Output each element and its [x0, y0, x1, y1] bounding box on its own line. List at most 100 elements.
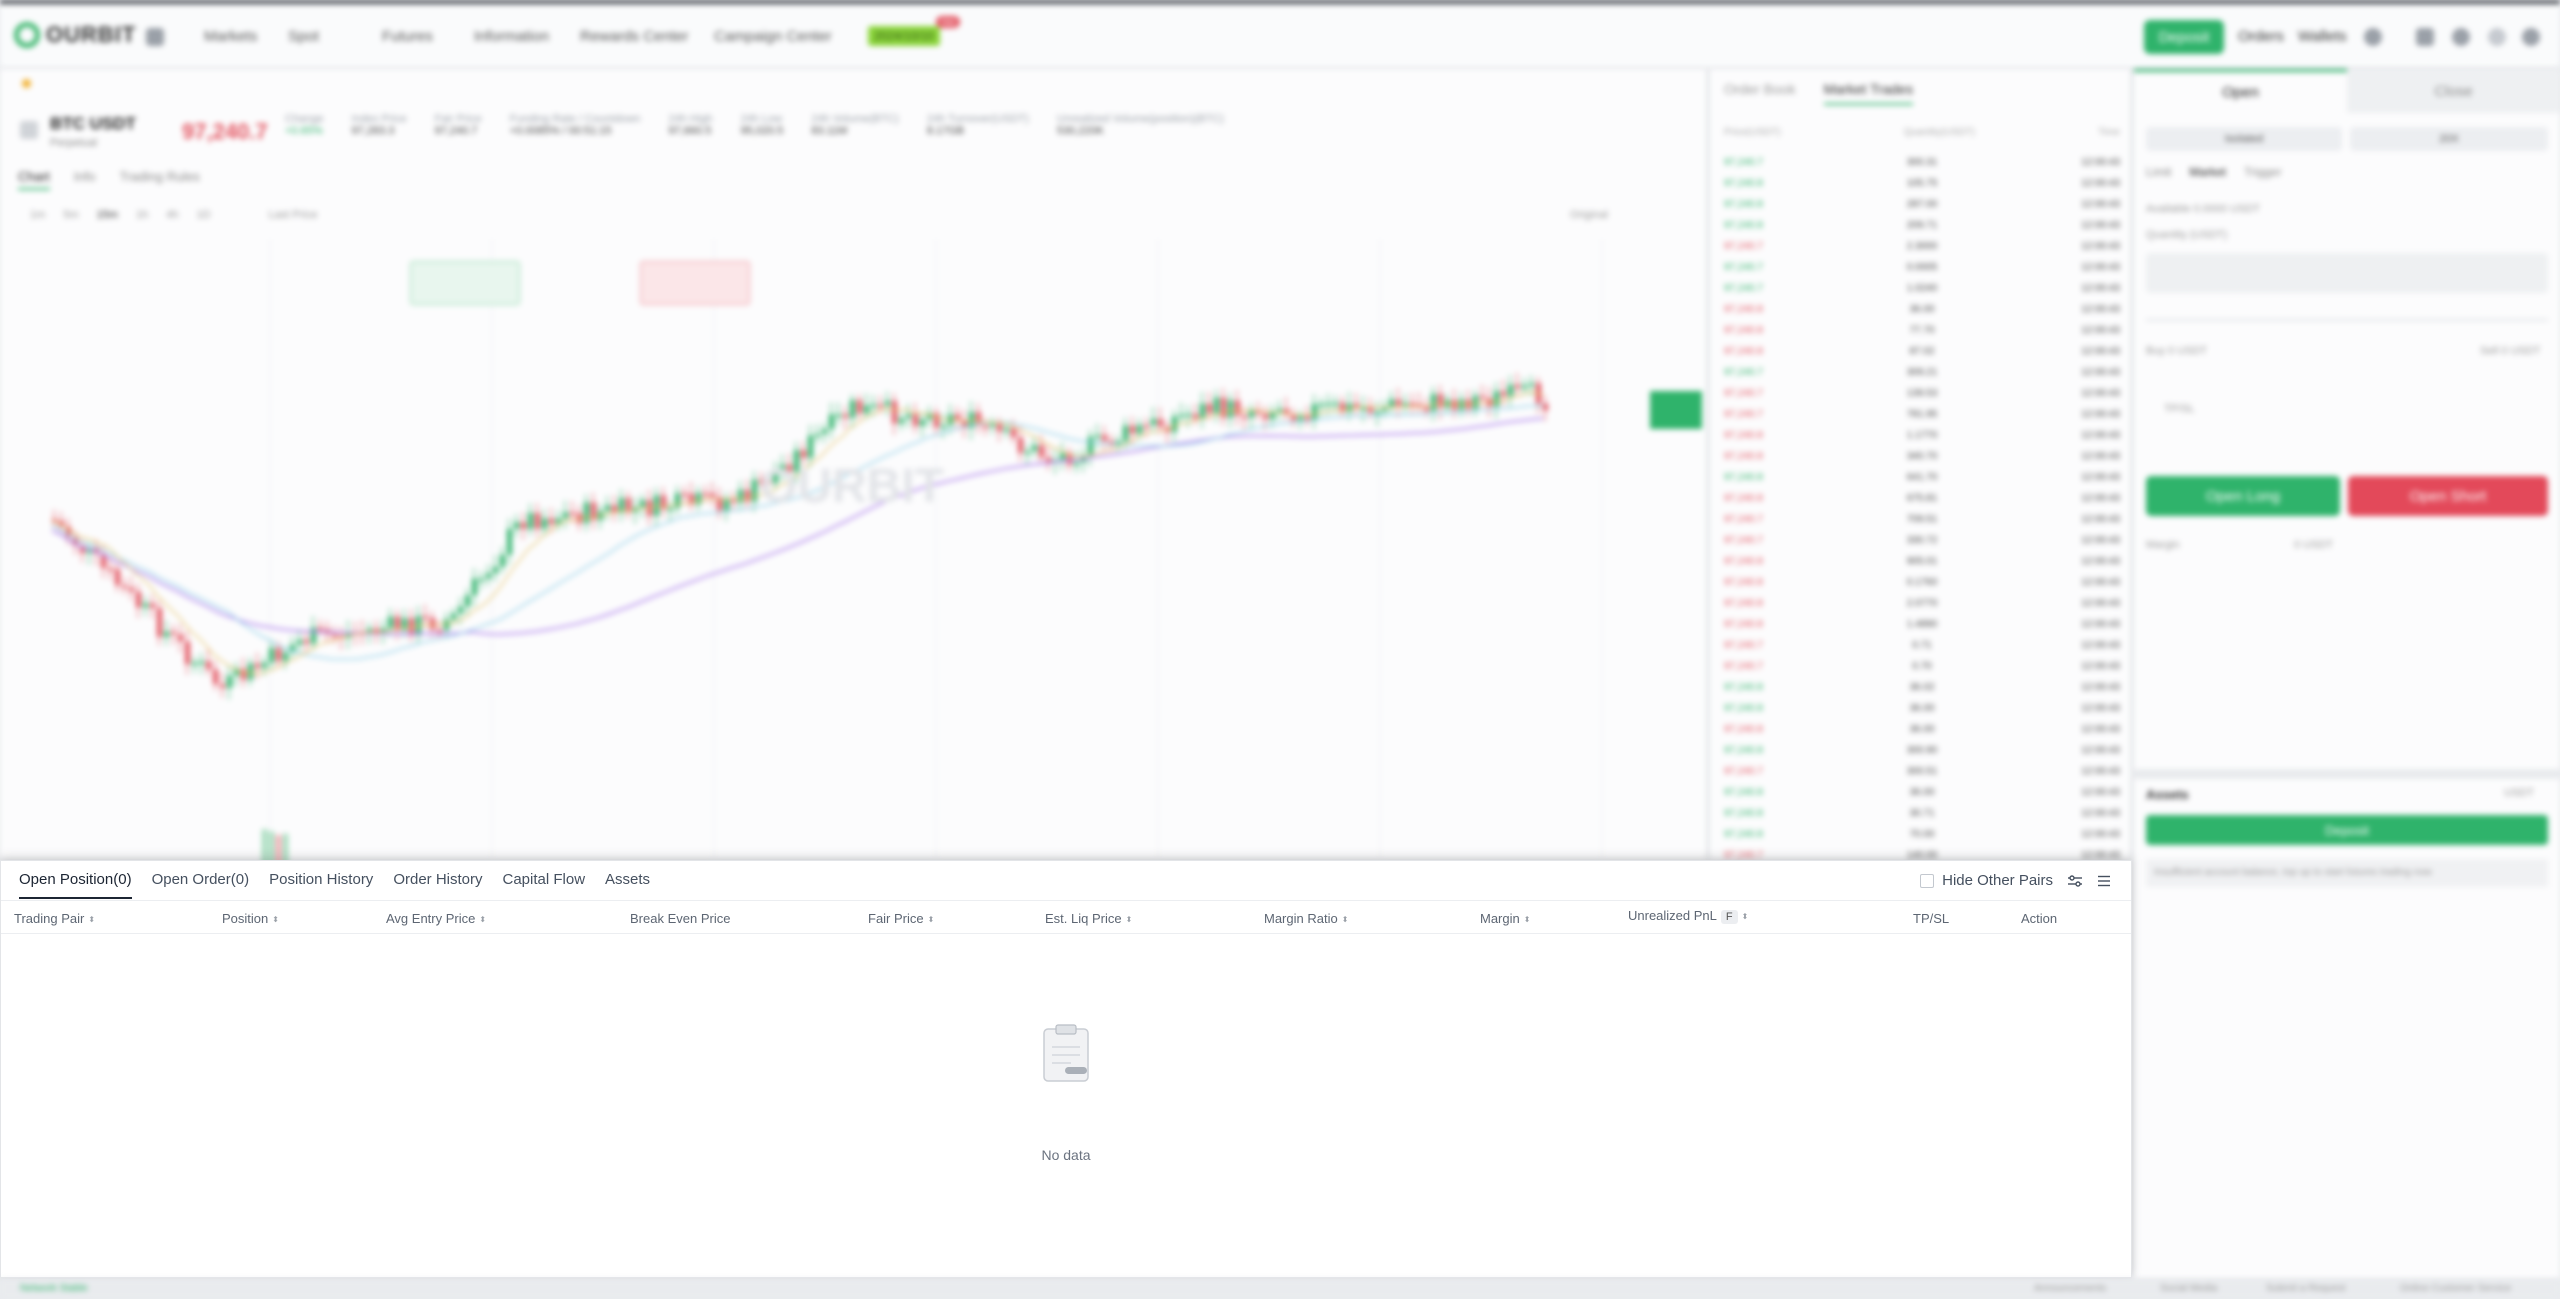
tab-close[interactable]: Close [2347, 69, 2560, 113]
footer-announcements[interactable]: Announcements [2034, 1283, 2106, 1294]
col-fair-price[interactable]: Fair Price ⬍ [868, 911, 934, 926]
assets-panel: Assets USDT Deposit Insufficient account… [2134, 779, 2560, 1279]
col-margin-ratio[interactable]: Margin Ratio ⬍ [1264, 911, 1348, 926]
candle-body [983, 425, 988, 429]
tab-order-history[interactable]: Order History [393, 871, 482, 899]
download-icon[interactable] [2416, 28, 2434, 46]
footer-social-media[interactable]: Social Media [2160, 1283, 2217, 1294]
available-balance: Available 0.0000 USDT [2146, 203, 2261, 215]
nav-futures[interactable]: Futures [382, 28, 433, 45]
promo-banner[interactable]: 2024/10/10 [868, 26, 941, 46]
user-icon[interactable] [2364, 28, 2382, 46]
footer-customer-service[interactable]: Online Customer Service [2400, 1283, 2511, 1294]
apps-grid-icon[interactable] [146, 28, 164, 46]
tab-position-history[interactable]: Position History [269, 871, 373, 899]
symbol-name[interactable]: BTC USDT [50, 114, 136, 134]
candle-body [549, 518, 554, 525]
quantity-slider[interactable] [2146, 319, 2548, 321]
trade-row: 97,240.8 641.70 12:00:43 [1724, 472, 2120, 483]
tab-market-trades[interactable]: Market Trades [1823, 81, 1914, 105]
tab-chart[interactable]: Chart [18, 169, 50, 190]
balance-notice: Insufficient account balance, top up to … [2146, 859, 2548, 887]
margin-mode-select[interactable]: Isolated [2146, 127, 2342, 151]
candle-body [1347, 403, 1352, 412]
tpsl-checkbox[interactable]: TP/SL [2164, 403, 2195, 415]
tab-info[interactable]: Info [74, 169, 96, 190]
assets-unit-select[interactable]: USDT [2504, 787, 2534, 799]
trade-panel: Open Close Isolated 20X Limit Market Tri… [2134, 69, 2560, 769]
candle-body [1046, 457, 1051, 463]
candle-body [703, 492, 708, 496]
menu-icon[interactable] [2097, 875, 2111, 887]
col-avg-entry-price[interactable]: Avg Entry Price ⬍ [386, 911, 486, 926]
trade-row: 97,240.8 2.0770 12:00:43 [1724, 598, 2120, 609]
hide-other-pairs-checkbox[interactable] [1920, 873, 1935, 888]
col-position[interactable]: Position ⬍ [222, 911, 279, 926]
empty-state-text: No data [1041, 1147, 1091, 1163]
tab-order-book[interactable]: Order Book [1724, 81, 1796, 105]
brand-logo[interactable]: OURBIT [14, 22, 136, 48]
quantity-input[interactable] [2146, 253, 2548, 293]
candle-body [1403, 402, 1408, 406]
last-price: 97,240.7 [182, 119, 268, 144]
candle-body [1438, 393, 1443, 408]
market-buy-quick[interactable] [410, 261, 520, 305]
order-type-limit[interactable]: Limit [2146, 165, 2171, 179]
tab-assets[interactable]: Assets [605, 871, 650, 899]
candle-body [500, 554, 505, 567]
pair-switch-icon[interactable] [20, 121, 38, 139]
candle-body [997, 423, 1002, 432]
tab-open-order[interactable]: Open Order(0) [152, 871, 250, 899]
trade-row: 97,240.8 36.02 12:00:43 [1724, 682, 2120, 693]
col-est-liq-price[interactable]: Est. Liq Price ⬍ [1045, 911, 1132, 926]
footer-submit-request[interactable]: Submit a Request [2266, 1283, 2346, 1294]
deposit-button[interactable]: Deposit [2144, 20, 2224, 54]
open-short-button[interactable]: Open Short [2348, 476, 2548, 516]
candle-body [1368, 407, 1373, 413]
nav-spot[interactable]: Spot [288, 28, 319, 45]
favorite-star-icon[interactable] [22, 79, 31, 88]
hide-other-pairs-toggle[interactable]: Hide Other Pairs [1920, 872, 2053, 889]
nav-information[interactable]: Information [474, 28, 549, 45]
pnl-mode-badge[interactable]: F [1720, 910, 1738, 924]
assets-title: Assets [2146, 787, 2189, 802]
candle-body [696, 492, 701, 505]
trade-row: 97,240.8 36.00 12:00:43 [1724, 304, 2120, 315]
wallets-link[interactable]: Wallets [2298, 28, 2347, 45]
candle-body [843, 414, 848, 418]
leverage-select[interactable]: 20X [2350, 127, 2548, 151]
theme-icon[interactable] [2488, 28, 2506, 46]
sliders-icon[interactable] [2067, 874, 2083, 888]
stat-24h-volume: 24h Volume(BTC) 83.11M [811, 113, 899, 137]
orders-link[interactable]: Orders [2238, 28, 2284, 45]
candle-body [1018, 437, 1023, 453]
tab-trading-rules[interactable]: Trading Rules [119, 169, 199, 190]
market-sell-quick[interactable] [640, 261, 750, 305]
candle-body [521, 522, 526, 529]
order-type-market[interactable]: Market [2189, 165, 2226, 179]
col-unrealized-pnl[interactable]: Unrealized PnL F ⬍ [1628, 908, 1748, 924]
open-long-button[interactable]: Open Long [2146, 476, 2340, 516]
candle-body [108, 568, 113, 572]
settings-icon[interactable] [2522, 28, 2540, 46]
trade-row: 97,240.7 0.71 12:00:43 [1724, 640, 2120, 651]
trade-row: 97,240.8 209.71 12:00:43 [1724, 220, 2120, 231]
col-trading-pair[interactable]: Trading Pair ⬍ [14, 911, 95, 926]
price-chart[interactable] [0, 219, 1706, 919]
globe-icon[interactable] [2452, 28, 2470, 46]
col-margin[interactable]: Margin ⬍ [1480, 911, 1530, 926]
tab-capital-flow[interactable]: Capital Flow [503, 871, 586, 899]
order-type-trigger[interactable]: Trigger [2244, 165, 2282, 179]
candle-body [731, 499, 736, 503]
nav-markets[interactable]: Markets [204, 28, 257, 45]
tab-open[interactable]: Open [2134, 69, 2347, 113]
nav-campaign-center[interactable]: Campaign Center [714, 28, 832, 45]
candle-body [1088, 436, 1093, 456]
assets-deposit-button[interactable]: Deposit [2146, 815, 2548, 845]
nav-rewards-center[interactable]: Rewards Center [580, 28, 688, 45]
candle-body [1221, 397, 1226, 418]
trade-row: 97,240.8 87.02 12:00:43 [1724, 346, 2120, 357]
candle-body [1158, 418, 1163, 427]
tab-open-position[interactable]: Open Position(0) [19, 871, 132, 899]
candle-body [227, 675, 232, 688]
